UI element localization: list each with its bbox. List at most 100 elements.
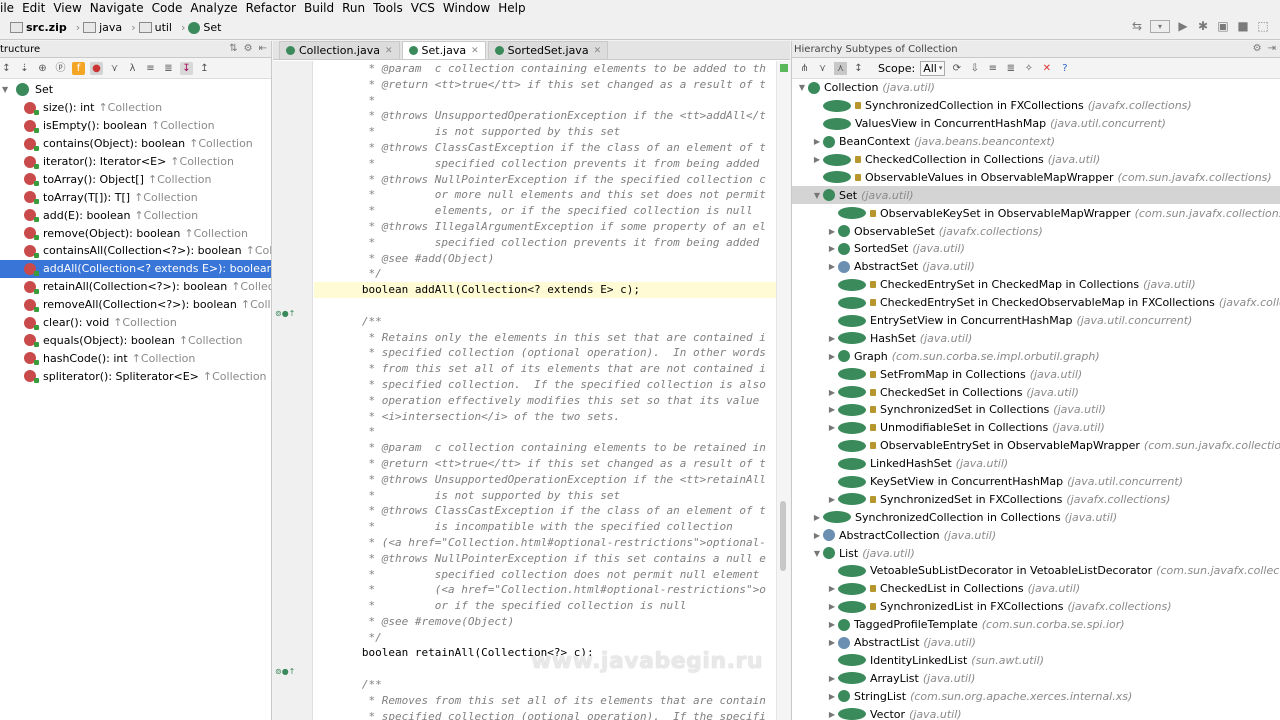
hide-icon[interactable]: ⇤ (259, 43, 267, 54)
refresh-icon[interactable]: ⟳ (950, 62, 963, 75)
type-hierarchy-icon[interactable]: ⋔ (798, 62, 811, 75)
structure-method-item[interactable]: isEmpty(): boolean ↑Collection (0, 117, 271, 135)
breadcrumb-util[interactable]: › util (125, 19, 175, 37)
coverage-icon[interactable]: ▣ (1216, 19, 1230, 33)
settings-icon[interactable]: ⚙ (244, 43, 253, 54)
hierarchy-item[interactable]: ▶ SynchronizedSet in Collections (java.uti… (792, 401, 1280, 419)
hierarchy-item[interactable]: ▶ ArrayList (java.util) (792, 669, 1280, 687)
hierarchy-item[interactable]: VetoableSubListDecorator in VetoableList… (792, 562, 1280, 580)
close-tab-icon[interactable]: ✕ (385, 46, 393, 56)
hierarchy-item[interactable]: EntrySetView in ConcurrentHashMap (java.u… (792, 312, 1280, 330)
tree-toggle-icon[interactable]: ▶ (826, 423, 838, 432)
build-icon[interactable]: ⇆ (1130, 19, 1144, 33)
show-lambdas-icon[interactable]: λ (126, 62, 139, 75)
hierarchy-item[interactable]: ▶ SynchronizedSet in FXCollections (javafx… (792, 490, 1280, 508)
tree-toggle-icon[interactable]: ▶ (811, 155, 823, 164)
hierarchy-item[interactable]: ▶ AbstractList (java.util) (792, 634, 1280, 652)
structure-method-item[interactable]: retainAll(Collection<?>): boolean ↑Collec… (0, 278, 271, 296)
hierarchy-item[interactable]: ▶ CheckedList in Collections (java.util) (792, 580, 1280, 598)
tree-toggle-icon[interactable]: ▶ (826, 495, 838, 504)
tree-toggle-icon[interactable]: ▶ (826, 692, 838, 701)
hierarchy-item[interactable]: ▶ HashSet (java.util) (792, 329, 1280, 347)
structure-method-item[interactable]: add(E): boolean ↑Collection (0, 206, 271, 224)
hierarchy-item[interactable]: ▶ AbstractCollection (java.util) (792, 526, 1280, 544)
hierarchy-item[interactable]: ▶ SortedSet (java.util) (792, 240, 1280, 258)
tree-toggle-icon[interactable]: ▶ (826, 262, 838, 271)
menu-item[interactable]: Code (148, 0, 187, 16)
structure-method-item[interactable]: clear(): void ↑Collection (0, 314, 271, 332)
hierarchy-item[interactable]: ObservableEntrySet in ObservableMapWrapp… (792, 437, 1280, 455)
tree-toggle-icon[interactable]: ▶ (826, 352, 838, 361)
structure-method-item[interactable]: containsAll(Collection<?>): boolean↑Coll… (0, 242, 271, 260)
menu-item[interactable]: Help (494, 0, 529, 16)
close-tab-icon[interactable]: ✕ (594, 46, 602, 56)
stop-icon[interactable]: ■ (1236, 19, 1250, 33)
export-icon[interactable]: ⇩ (968, 62, 981, 75)
editor-tab[interactable]: SortedSet.java ✕ (487, 41, 609, 59)
close-tab-icon[interactable]: ✕ (471, 46, 479, 56)
editor-tab[interactable]: Collection.java ✕ (279, 41, 400, 59)
tree-toggle-icon[interactable]: ▶ (826, 710, 838, 719)
hierarchy-item[interactable]: ▶ TaggedProfileTemplate (com.sun.corba.se.… (792, 616, 1280, 634)
structure-method-item[interactable]: remove(Object): boolean ↑Collection (0, 224, 271, 242)
subtypes-icon[interactable]: ⋏ (834, 61, 847, 75)
show-properties-icon[interactable]: ⓟ (54, 62, 67, 75)
structure-method-item[interactable]: spliterator(): Spliterator<E> ↑Collection (0, 367, 271, 385)
hierarchy-item[interactable]: ▶ SynchronizedList in FXCollections (javaf… (792, 598, 1280, 616)
tree-toggle-icon[interactable]: ▶ (826, 227, 838, 236)
hierarchy-item[interactable]: ▶ CheckedSet in Collections (java.util) (792, 383, 1280, 401)
tree-toggle-icon[interactable]: ▶ (826, 334, 838, 343)
hierarchy-item[interactable]: CheckedEntrySet in CheckedMap in Collect… (792, 276, 1280, 294)
menu-item[interactable]: Window (439, 0, 494, 16)
tree-toggle-icon[interactable]: ▶ (811, 513, 823, 522)
supertypes-icon[interactable]: ⋎ (816, 62, 829, 75)
menu-item[interactable]: View (49, 0, 85, 16)
menu-item[interactable]: Build (300, 0, 338, 16)
code-area[interactable]: * @param c collection containing element… (314, 61, 776, 720)
sort-visibility-icon[interactable]: ↕ (0, 62, 13, 75)
hierarchy-item[interactable]: KeySetView in ConcurrentHashMap (java.uti… (792, 473, 1280, 491)
breadcrumb-java[interactable]: › java (70, 19, 125, 37)
menu-item[interactable]: ile (0, 0, 18, 16)
collapse-all-icon[interactable]: ≣ (1004, 62, 1017, 75)
tree-toggle-icon[interactable]: ▶ (826, 584, 838, 593)
structure-root[interactable]: ▼ Set (0, 81, 271, 99)
hierarchy-item[interactable]: ▶ BeanContext (java.beans.beancontext) (792, 133, 1280, 151)
breadcrumb-zip[interactable]: src.zip (0, 19, 70, 37)
menu-item[interactable]: Edit (18, 0, 49, 16)
hierarchy-item[interactable]: SynchronizedCollection in FXCollections(… (792, 97, 1280, 115)
hierarchy-item[interactable]: ▼ Collection (java.util) (792, 79, 1280, 97)
run-icon[interactable]: ▶ (1176, 19, 1190, 33)
hierarchy-item[interactable]: SetFromMap in Collections (java.util) (792, 365, 1280, 383)
hierarchy-item[interactable]: ▼ Set (java.util) (792, 186, 1280, 205)
close-icon[interactable]: ✕ (1040, 62, 1053, 75)
sort-icon[interactable]: ⇅ (229, 43, 237, 54)
hierarchy-item[interactable]: ValuesView in ConcurrentHashMap (java.uti… (792, 115, 1280, 133)
implemented-method-icon[interactable]: ⊚●↑ (275, 667, 295, 676)
editor-tab[interactable]: Set.java ✕ (401, 41, 486, 59)
tree-toggle-icon[interactable]: ▶ (826, 638, 838, 647)
structure-method-item[interactable]: contains(Object): boolean ↑Collection (0, 135, 271, 153)
menu-item[interactable]: VCS (407, 0, 439, 16)
debug-icon[interactable]: ✱ (1196, 19, 1210, 33)
run-config-dropdown[interactable]: ▾ (1150, 19, 1170, 33)
breadcrumb-set[interactable]: › Set (175, 19, 224, 37)
tree-toggle-icon[interactable]: ▶ (826, 674, 838, 683)
tree-toggle-icon[interactable]: ▼ (811, 191, 823, 200)
hierarchy-item[interactable]: ▶ UnmodifiableSet in Collections (java.uti… (792, 419, 1280, 437)
implemented-method-icon[interactable]: ⊚●↑ (275, 309, 295, 318)
structure-method-item[interactable]: toArray(T[]): T[] ↑Collection (0, 188, 271, 206)
structure-method-item[interactable]: size(): int ↑Collection (0, 99, 271, 117)
sort-alpha-icon[interactable]: ↕ (852, 62, 865, 75)
tree-toggle-icon[interactable]: ▶ (826, 620, 838, 629)
hierarchy-item[interactable]: ▶ SynchronizedCollection in Collections (j… (792, 508, 1280, 526)
hierarchy-item[interactable]: CheckedEntrySet in CheckedObservableMap … (792, 294, 1280, 312)
hierarchy-item[interactable]: ▶ CheckedCollection in Collections (java.u… (792, 151, 1280, 169)
collapse-all-icon[interactable]: ≣ (162, 62, 175, 75)
menu-item[interactable]: Run (338, 0, 369, 16)
show-fields-icon[interactable]: f (72, 61, 85, 75)
hierarchy-item[interactable]: ▶ AbstractSet (java.util) (792, 258, 1280, 276)
menu-item[interactable]: Navigate (86, 0, 148, 16)
scrollbar-thumb[interactable] (780, 501, 786, 571)
hierarchy-item[interactable]: ObservableValues in ObservableMapWrapper… (792, 168, 1280, 186)
